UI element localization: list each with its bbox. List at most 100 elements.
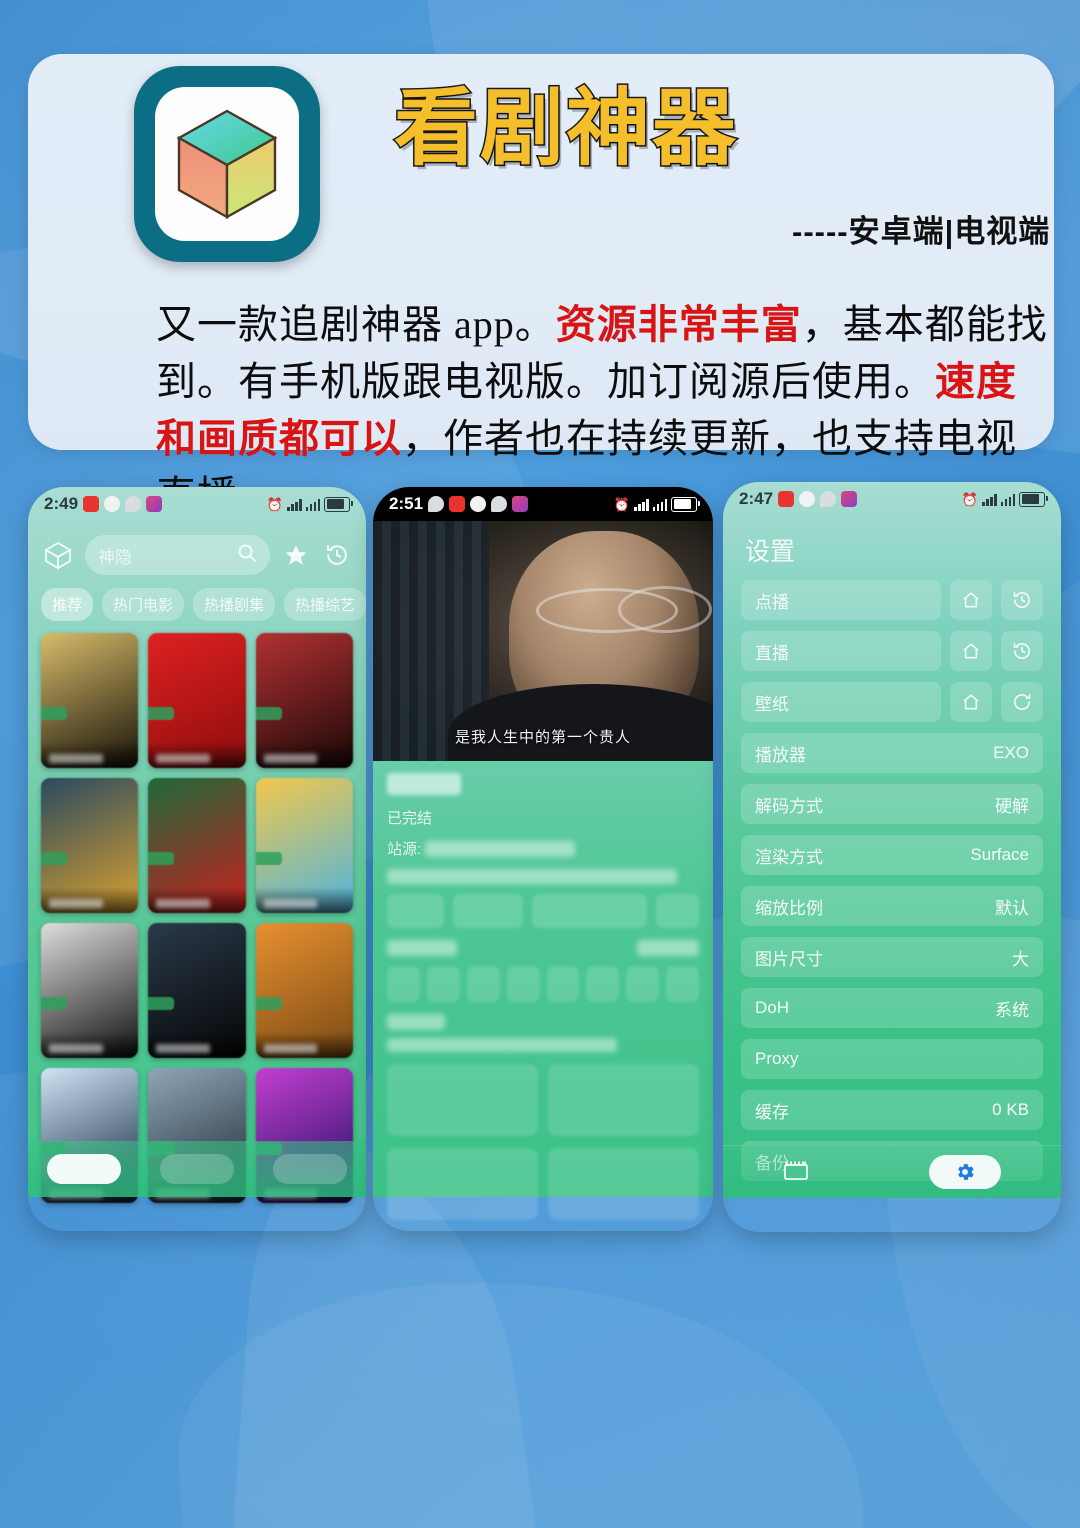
episode-cell[interactable] — [546, 966, 580, 1002]
movie-icon[interactable] — [783, 1159, 809, 1186]
settings-item-label: Proxy — [755, 1049, 799, 1068]
settings-item-value: 硬解 — [995, 796, 1029, 816]
search-input[interactable]: 神隐 — [85, 535, 270, 575]
episode-cell[interactable] — [666, 966, 699, 1002]
comment-card[interactable] — [387, 1064, 538, 1136]
poster-caption — [255, 742, 353, 768]
notification-shield-icon — [470, 496, 487, 512]
video-subtitle-text: 是我人生中的第一个贵人 — [454, 729, 631, 746]
settings-item-3[interactable]: 壁纸 — [741, 682, 941, 722]
action-chip[interactable] — [656, 894, 699, 928]
comment-card-row-2 — [373, 1136, 713, 1220]
settings-item-1[interactable]: 点播 — [741, 580, 941, 620]
tab-recommend[interactable]: 推荐 — [41, 588, 94, 621]
alarm-icon: ⏰ — [613, 496, 630, 512]
action-chip[interactable] — [531, 894, 648, 928]
history-icon[interactable] — [1001, 580, 1043, 620]
signal-bars-icon-1 — [982, 493, 997, 506]
poster-card[interactable] — [41, 778, 139, 913]
poster-card[interactable] — [148, 923, 246, 1058]
action-chip-row — [373, 884, 713, 928]
battery-icon — [671, 496, 700, 512]
show-status-label: 已完结 — [387, 810, 433, 827]
settings-item-9[interactable]: DoH 系统 — [741, 988, 1043, 1028]
episode-cell[interactable] — [426, 966, 460, 1002]
poster-card[interactable] — [255, 633, 353, 768]
comment-card[interactable] — [548, 1148, 699, 1220]
poster-caption — [41, 887, 139, 913]
poster-card[interactable] — [255, 778, 353, 913]
notification-app-icon-pink — [146, 496, 163, 512]
settings-row: 缓存 0 KB — [741, 1090, 1043, 1130]
settings-item-5[interactable]: 解码方式 硬解 — [741, 784, 1043, 824]
settings-item-4[interactable]: 播放器 EXO — [741, 733, 1043, 773]
settings-row: 点播 — [741, 580, 1043, 620]
episode-cell[interactable] — [466, 966, 500, 1002]
phone1-screen: 2:49 ⏰ 神隐 推荐 热门电影 热播剧集 热播综艺 — [28, 487, 366, 1203]
search-icon[interactable] — [237, 543, 257, 568]
poster-caption — [148, 742, 246, 768]
settings-row: DoH 系统 — [741, 988, 1043, 1028]
status-time: 2:47 — [739, 489, 774, 508]
settings-page-title: 设置 — [745, 538, 796, 566]
home-icon[interactable] — [950, 631, 992, 671]
nav-home-pill[interactable] — [47, 1154, 122, 1184]
episode-header-row — [373, 928, 713, 956]
video-player[interactable]: 是我人生中的第一个贵人 — [373, 521, 713, 761]
phone2-status-bar: 2:51 ⏰ — [373, 487, 713, 521]
home-icon[interactable] — [950, 580, 992, 620]
category-tabs: 推荐 热门电影 热播剧集 热播综艺 — [28, 575, 366, 621]
tab-hot-variety[interactable]: 热播综艺 — [284, 588, 366, 621]
phone3-screen: 2:47 ⏰ 设置 点播直播壁纸播放器 EXO 解码方式 硬解 渲染方式 Surface 缩… — [723, 482, 1061, 1198]
notification-shield-icon — [799, 491, 816, 507]
poster-card[interactable] — [41, 923, 139, 1058]
notification-chat-icon — [428, 496, 445, 512]
poster-badge — [148, 852, 175, 866]
poster-card[interactable] — [148, 778, 246, 913]
episode-cell[interactable] — [626, 966, 660, 1002]
poster-card[interactable] — [255, 923, 353, 1058]
search-input-value: 神隐 — [98, 547, 132, 567]
notification-chat-icon-2 — [491, 496, 508, 512]
settings-item-8[interactable]: 图片尺寸 大 — [741, 937, 1043, 977]
episode-cell[interactable] — [387, 966, 420, 1002]
phone-screenshot-home: 2:49 ⏰ 神隐 推荐 热门电影 热播剧集 热播综艺 — [28, 487, 366, 1231]
refresh-icon[interactable] — [1001, 682, 1043, 722]
episode-cell[interactable] — [506, 966, 540, 1002]
comment-card[interactable] — [548, 1064, 699, 1136]
page-title: 看剧神器 — [392, 81, 739, 175]
recommend-line-blurred — [387, 1038, 617, 1052]
settings-item-11[interactable]: 缓存 0 KB — [741, 1090, 1043, 1130]
action-chip[interactable] — [452, 894, 523, 928]
action-chip[interactable] — [387, 894, 444, 928]
episode-grid — [373, 956, 713, 1002]
settings-item-value: 系统 — [995, 1000, 1029, 1020]
settings-item-10[interactable]: Proxy — [741, 1039, 1043, 1079]
poster-title-blurred — [156, 754, 210, 763]
poster-card[interactable] — [148, 633, 246, 768]
poster-caption — [41, 1032, 139, 1058]
poster-card[interactable] — [41, 633, 139, 768]
phone3-status-bar: 2:47 ⏰ — [723, 482, 1061, 516]
show-source-value-blurred — [425, 841, 576, 857]
history-icon[interactable] — [1001, 631, 1043, 671]
cube-logo-icon[interactable] — [42, 539, 74, 571]
favorites-star-icon[interactable] — [281, 540, 311, 570]
tab-hot-series[interactable]: 热播剧集 — [193, 588, 276, 621]
settings-tab-active[interactable] — [929, 1155, 1001, 1189]
nav-library-pill[interactable] — [159, 1154, 234, 1184]
history-icon[interactable] — [322, 540, 352, 570]
poster-title-blurred — [49, 1044, 103, 1053]
settings-item-2[interactable]: 直播 — [741, 631, 941, 671]
poster-caption — [255, 887, 353, 913]
settings-item-7[interactable]: 缩放比例 默认 — [741, 886, 1043, 926]
episode-cell[interactable] — [586, 966, 620, 1002]
description-text: 又一款追剧神器 app。 — [156, 302, 556, 347]
poster-caption — [148, 1032, 246, 1058]
comment-card[interactable] — [387, 1148, 538, 1220]
poster-badge — [41, 997, 67, 1011]
home-icon[interactable] — [950, 682, 992, 722]
nav-settings-pill[interactable] — [272, 1154, 347, 1184]
tab-hot-movies[interactable]: 热门电影 — [102, 588, 185, 621]
settings-item-6[interactable]: 渲染方式 Surface — [741, 835, 1043, 875]
